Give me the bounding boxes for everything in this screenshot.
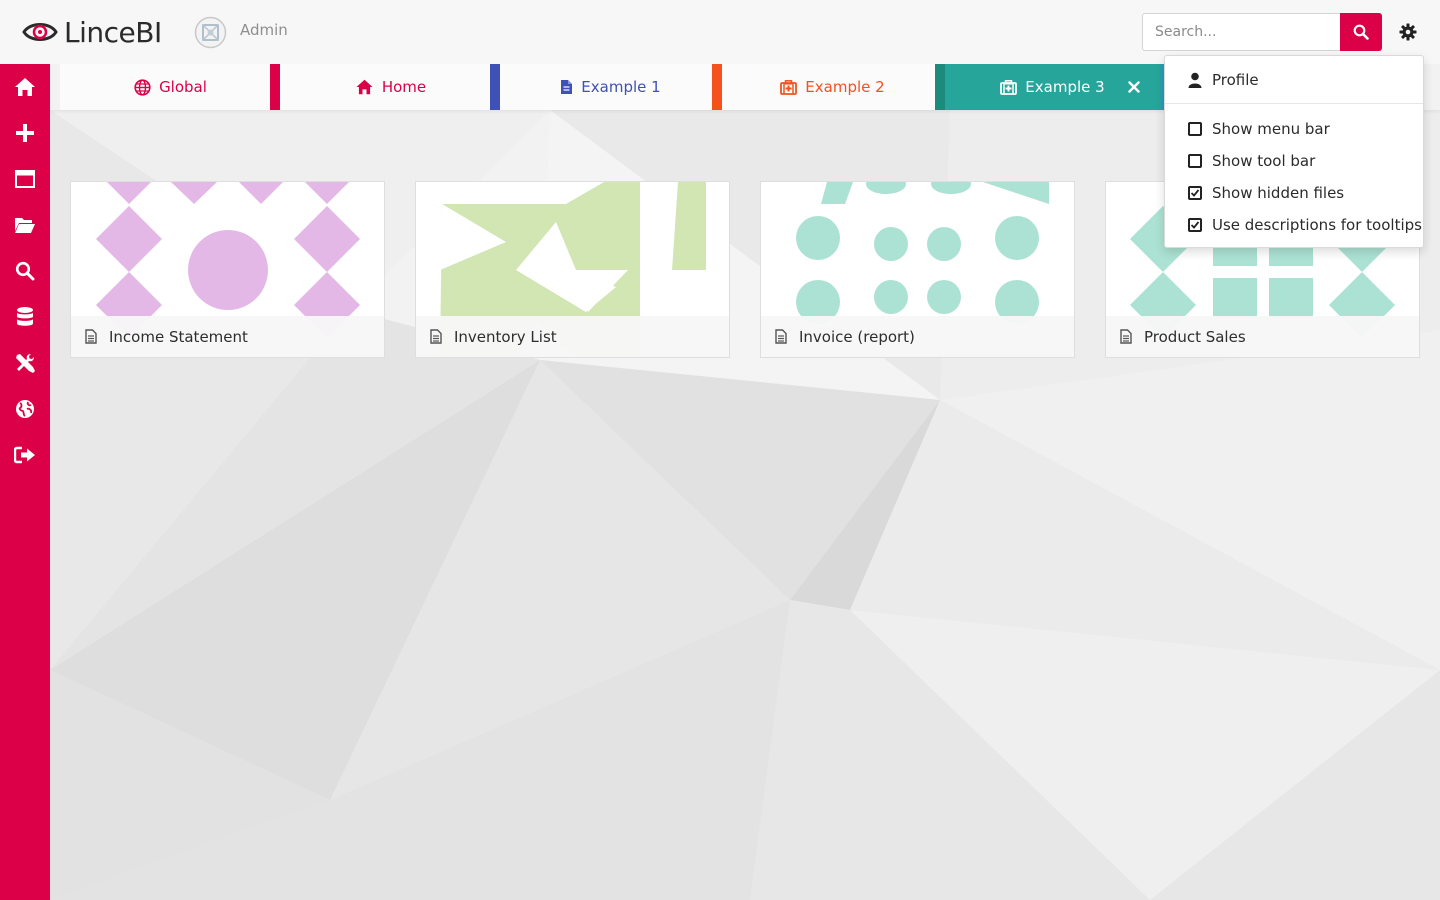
sign-out-icon — [14, 446, 35, 464]
menu-divider — [1165, 103, 1423, 104]
file-card-invoice-report[interactable]: Invoice (report) — [760, 181, 1075, 358]
menu-option-show-menu-bar[interactable]: Show menu bar — [1165, 114, 1423, 144]
user-avatar[interactable] — [194, 16, 227, 49]
sidebar — [0, 64, 50, 900]
card-title: Income Statement — [109, 327, 248, 346]
menu-item-label: Profile — [1212, 71, 1259, 89]
card-caption: Inventory List — [416, 316, 729, 357]
file-icon — [1120, 329, 1132, 344]
eye-logo-icon — [22, 23, 58, 41]
home-icon — [15, 78, 35, 96]
home-icon — [355, 79, 374, 95]
close-icon — [1128, 81, 1140, 93]
medkit-icon — [1000, 79, 1018, 95]
search-button[interactable] — [1340, 13, 1382, 51]
medkit-icon — [780, 79, 798, 95]
user-icon — [1187, 72, 1203, 88]
search-icon — [15, 261, 35, 281]
menu-item-label: Show hidden files — [1212, 184, 1345, 202]
sidebar-item-window[interactable] — [0, 156, 50, 202]
search-input[interactable] — [1142, 13, 1342, 51]
checkbox-unchecked-icon — [1187, 122, 1203, 136]
menu-option-show-hidden-files[interactable]: Show hidden files — [1165, 178, 1423, 208]
globe-icon — [16, 400, 34, 418]
menu-option-show-tool-bar[interactable]: Show tool bar — [1165, 146, 1423, 176]
window-icon — [15, 170, 35, 188]
gear-icon — [1399, 23, 1417, 41]
file-icon — [775, 329, 787, 344]
card-title: Product Sales — [1144, 327, 1246, 346]
tab-home[interactable]: Home — [280, 64, 501, 110]
sidebar-item-database[interactable] — [0, 294, 50, 340]
menu-item-profile[interactable]: Profile — [1165, 65, 1423, 95]
tools-icon — [16, 354, 35, 373]
tab-label: Example 2 — [805, 78, 885, 96]
sidebar-item-logout[interactable] — [0, 432, 50, 478]
brand-name: LinceBI — [64, 15, 162, 49]
card-caption: Income Statement — [71, 316, 384, 357]
checkbox-unchecked-icon — [1187, 154, 1203, 168]
card-title: Invoice (report) — [799, 327, 915, 346]
tab-example-2[interactable]: Example 2 — [722, 64, 943, 110]
file-icon — [430, 329, 442, 344]
globe-icon — [134, 78, 151, 96]
menu-item-label: Show tool bar — [1212, 152, 1316, 170]
file-icon — [85, 329, 97, 344]
tab-label: Global — [159, 78, 207, 96]
tab-separator — [490, 64, 500, 110]
app-logo[interactable]: LinceBI — [22, 14, 162, 50]
file-icon — [560, 79, 573, 95]
plus-icon — [16, 124, 34, 142]
card-title: Inventory List — [454, 327, 557, 346]
avatar-icon — [194, 16, 227, 49]
sidebar-item-search[interactable] — [0, 248, 50, 294]
tab-global[interactable]: Global — [60, 64, 281, 110]
tab-label: Example 1 — [581, 78, 661, 96]
checkbox-checked-icon — [1187, 218, 1203, 232]
sidebar-item-globe[interactable] — [0, 386, 50, 432]
user-name[interactable]: Admin — [240, 21, 288, 39]
sidebar-item-folder[interactable] — [0, 202, 50, 248]
tab-close-button[interactable] — [1126, 79, 1142, 95]
menu-option-use-descriptions-for-tooltips[interactable]: Use descriptions for tooltips — [1165, 210, 1423, 240]
search-icon — [1353, 24, 1369, 40]
sidebar-item-tools[interactable] — [0, 340, 50, 386]
tab-separator — [270, 64, 280, 110]
tab-separator — [935, 64, 945, 110]
settings-button[interactable] — [1396, 20, 1420, 44]
card-caption: Invoice (report) — [761, 316, 1074, 357]
sidebar-item-new[interactable] — [0, 110, 50, 156]
folder-open-icon — [15, 218, 35, 233]
sidebar-item-home[interactable] — [0, 64, 50, 110]
settings-dropdown: Profile Show menu bar Show tool bar Show… — [1164, 55, 1424, 248]
database-icon — [17, 307, 33, 326]
menu-item-label: Use descriptions for tooltips — [1212, 216, 1422, 234]
checkbox-checked-icon — [1187, 186, 1203, 200]
tab-example-3[interactable]: Example 3 — [945, 64, 1160, 110]
card-caption: Product Sales — [1106, 316, 1419, 357]
file-card-inventory-list[interactable]: Inventory List — [415, 181, 730, 358]
tab-label: Home — [381, 78, 427, 96]
file-card-income-statement[interactable]: Income Statement — [70, 181, 385, 358]
menu-item-label: Show menu bar — [1212, 120, 1330, 138]
tab-separator — [712, 64, 722, 110]
tab-example-1[interactable]: Example 1 — [500, 64, 721, 110]
tab-label: Example 3 — [1025, 78, 1105, 96]
